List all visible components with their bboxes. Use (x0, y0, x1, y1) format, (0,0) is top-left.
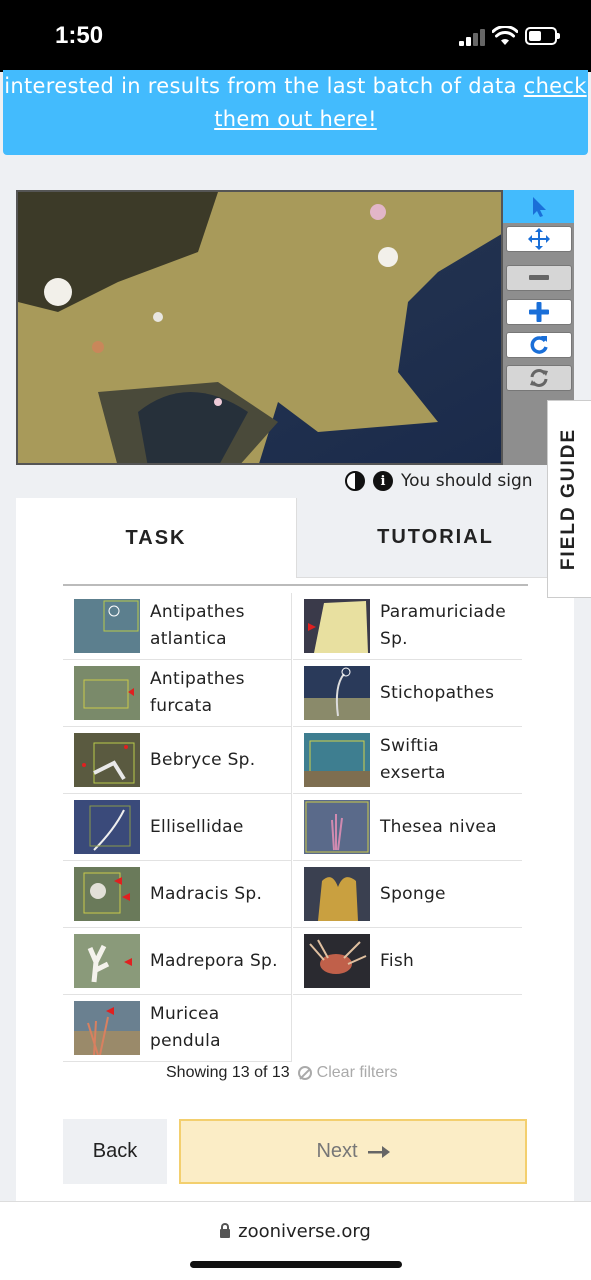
choice-label: Paramuriciade Sp. (380, 602, 506, 649)
rotate-icon (530, 336, 548, 354)
choice-thumbnail (74, 1001, 140, 1055)
invert-icon[interactable] (345, 471, 365, 491)
rotate-button[interactable] (506, 332, 572, 358)
annotate-tool-button[interactable] (503, 190, 574, 223)
banner-link[interactable]: check (524, 74, 587, 98)
clock: 1:50 (55, 22, 104, 49)
choice-label: Ellisellidae (150, 816, 244, 837)
choice-item[interactable]: Muricea pendula (63, 995, 292, 1062)
choice-thumbnail (304, 934, 370, 988)
banner-link-continued[interactable]: them out here! (214, 107, 377, 131)
choice-label: Antipathes furcata (150, 669, 245, 716)
status-bar: 1:50 (0, 0, 591, 72)
field-guide-tab[interactable]: FIELD GUIDE (547, 400, 591, 598)
browser-url-bar[interactable]: zooniverse.org (0, 1201, 591, 1280)
divider (63, 584, 528, 586)
refresh-icon (530, 369, 548, 387)
choice-item[interactable]: Swiftia exserta (293, 727, 522, 794)
minus-icon (529, 275, 549, 280)
choice-item[interactable]: Madracis Sp. (63, 861, 292, 928)
info-icon[interactable]: i (373, 471, 393, 491)
choice-item[interactable]: Stichopathes (293, 660, 522, 727)
choice-thumbnail (74, 800, 140, 854)
clear-filters-label: Clear filters (316, 1064, 398, 1081)
tab-task[interactable]: TASK (16, 498, 296, 578)
clear-icon (297, 1066, 312, 1080)
next-button[interactable]: Next (179, 1119, 527, 1184)
choice-thumbnail (74, 733, 140, 787)
choice-label: Fish (380, 950, 415, 971)
choice-thumbnail (304, 733, 370, 787)
choice-thumbnail (74, 934, 140, 988)
choice-label: Antipathes atlantica (150, 602, 245, 649)
choice-item[interactable]: Fish (293, 928, 522, 995)
move-icon (528, 228, 550, 250)
choice-label: Stichopathes (380, 682, 495, 703)
choice-label: Swiftia exserta (380, 736, 446, 783)
choice-item[interactable]: Antipathes furcata (63, 660, 292, 727)
banner-text: interested in results from the last batc… (4, 74, 524, 98)
choice-item[interactable]: Ellisellidae (63, 794, 292, 861)
choice-label: Madrepora Sp. (150, 950, 278, 971)
subject-image[interactable] (16, 190, 503, 465)
url-text: zooniverse.org (238, 1221, 371, 1242)
choice-item[interactable]: Paramuriciade Sp. (293, 593, 522, 660)
zoom-out-button[interactable] (506, 265, 572, 291)
battery-icon (525, 27, 560, 45)
choice-thumbnail (74, 867, 140, 921)
choice-thumbnail (304, 800, 370, 854)
choice-thumbnail (74, 599, 140, 653)
tab-tutorial[interactable]: TUTORIAL (296, 498, 574, 578)
next-label: Next (316, 1140, 358, 1162)
wifi-icon (492, 26, 518, 45)
choice-thumbnail (74, 666, 140, 720)
cellular-signal-icon (459, 28, 489, 46)
zoom-in-button[interactable] (506, 299, 572, 325)
reset-button[interactable] (506, 365, 572, 391)
filter-summary: Showing 13 of 13 Clear filters (166, 1064, 398, 1082)
choice-label: Bebryce Sp. (150, 749, 256, 770)
lock-icon (220, 1223, 231, 1238)
choice-item[interactable]: Madrepora Sp. (63, 928, 292, 995)
pointer-icon (532, 196, 546, 217)
choice-thumbnail (304, 666, 370, 720)
home-indicator[interactable] (190, 1261, 402, 1268)
choice-label: Madracis Sp. (150, 883, 263, 904)
image-metadata-bar: i You should sign (345, 467, 533, 495)
choice-item[interactable]: Bebryce Sp. (63, 727, 292, 794)
task-tabs: TASK TUTORIAL (16, 498, 574, 578)
choice-thumbnail (304, 599, 370, 653)
arrow-right-icon (367, 1145, 390, 1158)
announcement-banner: interested in results from the last batc… (3, 70, 588, 155)
choice-label: Sponge (380, 883, 446, 904)
back-button[interactable]: Back (63, 1119, 167, 1184)
move-tool-button[interactable] (506, 226, 572, 252)
field-guide-label: FIELD GUIDE (558, 427, 580, 571)
choice-item[interactable]: Sponge (293, 861, 522, 928)
choice-thumbnail (304, 867, 370, 921)
plus-icon (529, 302, 549, 322)
clear-filters-button[interactable]: Clear filters (297, 1064, 398, 1082)
choice-item[interactable]: Antipathes atlantica (63, 593, 292, 660)
showing-count: Showing 13 of 13 (166, 1064, 290, 1081)
sign-in-prompt: You should sign (401, 471, 533, 491)
choice-label: Thesea nivea (380, 816, 497, 837)
choice-item[interactable]: Thesea nivea (293, 794, 522, 861)
choice-label: Muricea pendula (150, 1004, 221, 1051)
